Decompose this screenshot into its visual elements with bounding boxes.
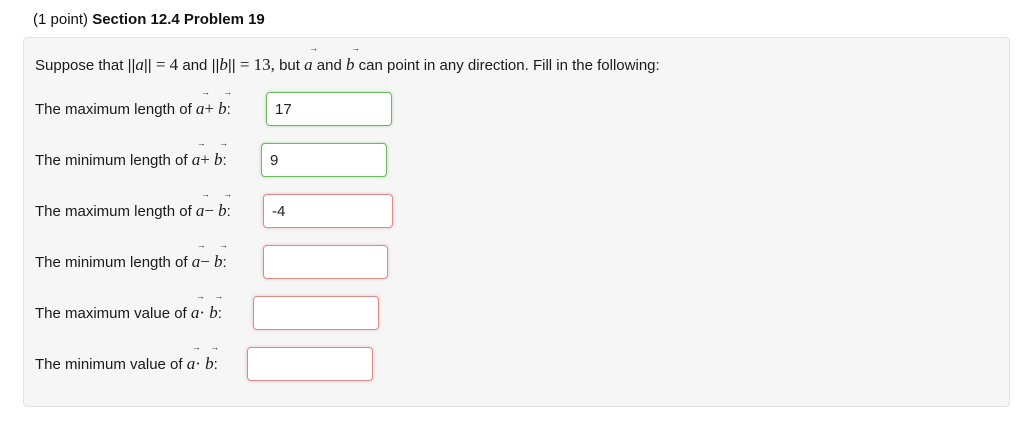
answer-input-min-diff[interactable] — [263, 245, 388, 279]
question-row-2: The minimum length of a → + b →: — [35, 138, 387, 177]
question-label: The maximum value of a → · b →: — [35, 291, 224, 323]
problem-title: Section 12.4 Problem 19 — [92, 11, 265, 28]
problem-header: (1 point) Section 12.4 Problem 19 — [33, 11, 265, 28]
vector-arrow-icon: → — [195, 291, 205, 301]
vector-arrow-icon: → — [191, 342, 201, 352]
vector-arrow-icon: → — [196, 240, 206, 250]
statement-but: but — [279, 57, 300, 74]
vector-a: a → — [304, 43, 319, 75]
vector-b: b → — [346, 43, 360, 75]
vector-arrow-icon: → — [196, 138, 206, 148]
answer-input-max-sum[interactable] — [266, 92, 392, 126]
question-row-5: The maximum value of a → · b →: — [35, 291, 379, 330]
points-label: (1 point) — [33, 11, 89, 28]
statement-suffix: can point in any direction. Fill in the … — [358, 57, 660, 74]
statement-prefix: Suppose that — [35, 57, 124, 74]
vector-arrow-icon: → — [309, 43, 319, 53]
answer-input-min-dot[interactable] — [247, 347, 373, 381]
vector-arrow-icon: → — [200, 87, 210, 97]
question-row-6: The minimum value of a → · b →: — [35, 342, 373, 381]
norm-a: ||a|| — [127, 55, 152, 74]
vector-arrow-icon: → — [223, 189, 233, 199]
vector-arrow-icon: → — [223, 87, 233, 97]
question-label: The minimum length of a → + b →: — [35, 138, 229, 170]
question-label: The minimum value of a → · b →: — [35, 342, 220, 374]
vector-arrow-icon: → — [219, 240, 229, 250]
vector-arrow-icon: → — [214, 291, 224, 301]
question-label: The maximum length of a → − b →: — [35, 189, 233, 221]
answer-input-max-dot[interactable] — [253, 296, 379, 330]
question-row-4: The minimum length of a → − b →: — [35, 240, 388, 279]
norm-b: ||b|| — [211, 55, 236, 74]
question-label: The maximum length of a → + b →: — [35, 87, 233, 119]
norm-b-value: = 13, — [239, 55, 275, 74]
norm-a-value: = 4 — [155, 55, 179, 74]
question-row-1: The maximum length of a → + b →: — [35, 87, 392, 126]
vector-arrow-icon: → — [210, 342, 220, 352]
vector-arrow-icon: → — [200, 189, 210, 199]
answer-input-max-diff[interactable] — [263, 194, 393, 228]
vector-arrow-icon: → — [351, 43, 360, 53]
problem-statement: Suppose that ||a|| = 4 and ||b|| = 13, b… — [35, 43, 660, 75]
answer-input-min-sum[interactable] — [261, 143, 387, 177]
problem-page: (1 point) Section 12.4 Problem 19 Suppos… — [0, 0, 1024, 422]
vector-arrow-icon: → — [219, 138, 229, 148]
statement-and: and — [182, 57, 208, 74]
statement-and-2: and — [316, 57, 342, 74]
question-row-3: The maximum length of a → − b →: — [35, 189, 393, 228]
question-label: The minimum length of a → − b →: — [35, 240, 229, 272]
